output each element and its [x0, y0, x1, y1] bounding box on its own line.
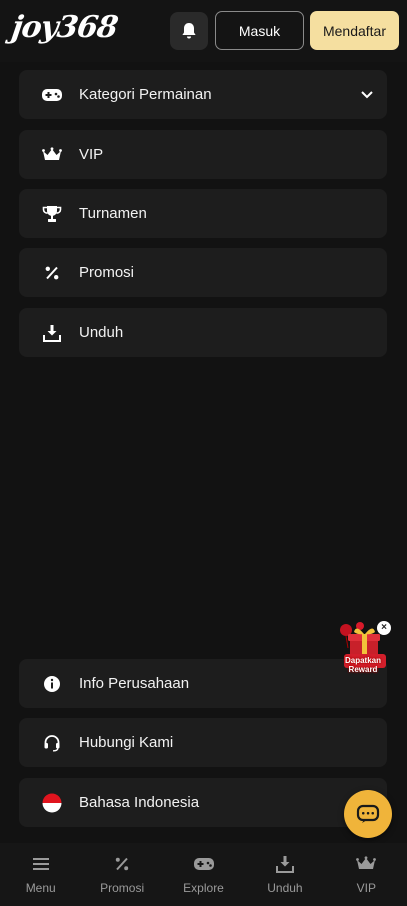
menu-item-unduh[interactable]: Unduh: [19, 308, 387, 357]
nav-label: Unduh: [267, 881, 303, 895]
menu-item-hubungi-kami[interactable]: Hubungi Kami: [19, 718, 387, 767]
menu-item-bahasa[interactable]: Bahasa Indonesia: [19, 778, 387, 827]
nav-label: Promosi: [100, 881, 145, 895]
login-button[interactable]: Masuk: [215, 11, 304, 50]
bell-icon: [182, 23, 196, 39]
menu-item-info-perusahaan[interactable]: Info Perusahaan: [19, 659, 387, 708]
menu-item-label: Hubungi Kami: [79, 734, 174, 751]
download-icon: [41, 322, 63, 344]
crown-icon: [41, 144, 63, 166]
info-icon: [41, 673, 63, 695]
nav-item-unduh[interactable]: Unduh: [244, 843, 325, 906]
top-header: joy368 Masuk Mendaftar: [0, 0, 407, 62]
chevron-down-icon[interactable]: [359, 86, 375, 102]
nav-label: Explore: [183, 881, 224, 895]
menu-item-label: Kategori Permainan: [79, 86, 212, 103]
indonesia-flag-icon: [41, 792, 63, 814]
menu-item-vip[interactable]: VIP: [19, 130, 387, 179]
menu-item-label: Promosi: [79, 264, 135, 281]
nav-label: VIP: [356, 881, 376, 895]
nav-item-promosi[interactable]: Promosi: [81, 843, 162, 906]
crown-icon: [355, 853, 377, 875]
register-button[interactable]: Mendaftar: [310, 11, 399, 50]
menu-item-label: Turnamen: [79, 205, 147, 222]
gamepad-icon: [41, 84, 63, 106]
percent-icon: [111, 853, 133, 875]
bottom-navigation: Menu Promosi Explore Unduh VIP: [0, 843, 407, 906]
menu-item-label: VIP: [79, 146, 104, 163]
gamepad-icon: [193, 853, 215, 875]
nav-item-explore[interactable]: Explore: [163, 843, 244, 906]
menu-item-promosi[interactable]: Promosi: [19, 248, 387, 297]
menu-item-label: Info Perusahaan: [79, 675, 190, 692]
reward-close-button[interactable]: ×: [377, 621, 391, 635]
chat-icon: [356, 804, 380, 823]
reward-label[interactable]: Dapatkan Reward: [338, 656, 388, 674]
joy368-logo[interactable]: joy368: [10, 10, 120, 45]
notification-button[interactable]: [170, 12, 208, 50]
nav-item-menu[interactable]: Menu: [0, 843, 81, 906]
menu-item-label: Unduh: [79, 324, 124, 341]
trophy-icon: [41, 203, 63, 225]
menu-item-label: Bahasa Indonesia: [79, 794, 200, 811]
headset-icon: [41, 732, 63, 754]
menu-item-kategori-permainan[interactable]: Kategori Permainan: [19, 70, 387, 119]
percent-icon: [41, 262, 63, 284]
menu-icon: [30, 853, 52, 875]
live-chat-button[interactable]: [344, 790, 392, 838]
menu-item-turnamen[interactable]: Turnamen: [19, 189, 387, 238]
download-icon: [274, 853, 296, 875]
nav-label: Menu: [25, 881, 56, 895]
nav-item-vip[interactable]: VIP: [326, 843, 407, 906]
